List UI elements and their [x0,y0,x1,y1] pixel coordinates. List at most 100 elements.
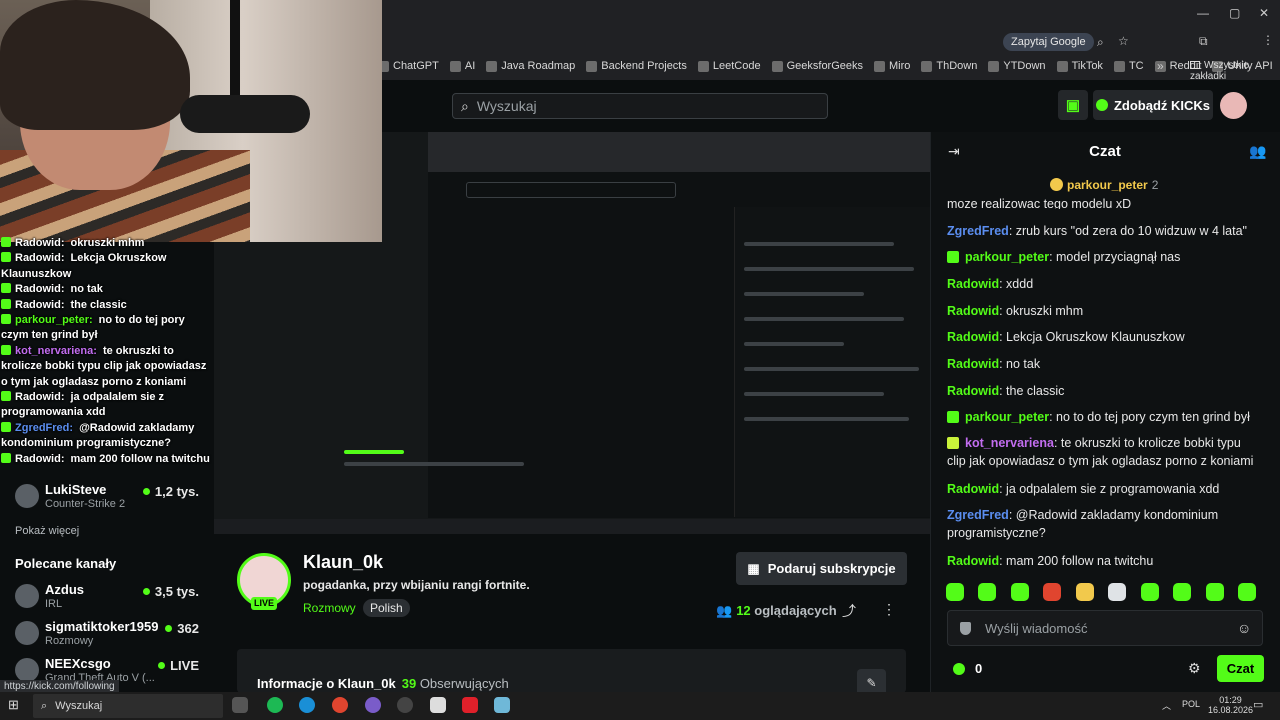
app-icon[interactable] [430,697,446,713]
bookmark-item[interactable]: AI [449,60,475,72]
bookmark-item[interactable]: ThDown [921,60,977,72]
emote-icon[interactable] [1010,583,1029,601]
chat-username[interactable]: parkour_peter [965,250,1049,264]
bookmark-item[interactable]: Miro [874,60,910,72]
channel-name: LukiSteve [45,482,107,497]
bookmark-icon [1113,60,1125,72]
share-icon[interactable]: ⤴ [842,601,856,621]
emote-icon[interactable] [1205,583,1224,601]
chat-username[interactable]: parkour_peter [965,410,1049,424]
app-icon[interactable] [494,697,510,713]
viewer-count: 1,2 tys. [143,484,199,499]
close-icon[interactable]: ✕ [1259,6,1269,20]
bookmark-item[interactable]: ChatGPT [378,60,439,72]
sidebar-channel-sigmatiktoker1959[interactable]: sigmatiktoker1959 Rozmowy 362 [15,617,205,649]
emote-icon[interactable] [1237,583,1256,601]
chat-users-icon[interactable]: 👥 [1249,143,1266,160]
bookmark-item[interactable]: YTDown [988,60,1046,72]
emote-icon[interactable] [1075,583,1094,601]
spotify-icon[interactable] [267,697,283,713]
stream-category[interactable]: Rozmowy [303,601,356,615]
all-bookmarks[interactable]: Wszystkie zakładki [1190,60,1280,82]
emote-icon[interactable] [946,583,964,601]
edge-icon[interactable] [299,697,315,713]
stream-tag[interactable]: Polish [363,599,410,617]
chat-separator: : [999,357,1007,371]
chat-username[interactable]: Radowid [947,330,999,344]
chat-username[interactable]: ZgredFred [947,508,1009,522]
chat-separator: : [1053,436,1061,450]
star-icon[interactable]: ☆ [1118,34,1129,48]
bookmark-item[interactable]: GeeksforGeeks [771,60,863,72]
ask-google-button[interactable]: Zapytaj Google [1003,33,1094,51]
language-indicator[interactable]: POL [1182,699,1200,709]
chevron-up-icon[interactable]: ︿ [1162,699,1171,712]
stream-inner-line [744,392,884,396]
task-view-icon[interactable] [232,697,248,713]
emoji-icon[interactable]: ☺ [1237,620,1251,636]
bookmark-label: ThDown [936,60,978,72]
chat-username[interactable]: Radowid [947,384,999,398]
sidebar-channel-azdus[interactable]: Azdus IRL 3,5 tys. [15,580,205,612]
chat-message: kot_nervariena: te okruszki to krolicze … [947,434,1259,470]
emote-icon[interactable] [1140,583,1159,601]
overlay-chat-user: Radowid: [15,252,65,265]
get-kicks-button[interactable]: Zdobądź KICKs [1093,90,1213,120]
show-more-button[interactable]: Pokaż więcej [15,525,79,537]
chat-separator: : [999,330,1007,344]
gift-subscription-button[interactable]: ▦ Podaruj subskrypcje [736,552,907,585]
gear-icon[interactable]: ⚙ [1188,660,1201,677]
search-input[interactable]: ⌕ Wyszukaj [452,93,828,119]
emote-icon[interactable] [978,583,997,601]
minimize-icon[interactable]: — [1197,6,1209,20]
more-icon[interactable]: ⋮ [882,601,896,618]
channel-name[interactable]: Klaun_0k [303,552,383,573]
overlay-chat-line: Radowid: no tak [0,282,214,297]
extensions-icon[interactable]: ⧉ [1199,34,1208,49]
bookmark-item[interactable]: Java Roadmap [486,60,575,72]
chat-username[interactable]: Radowid [947,357,999,371]
channel-points[interactable]: 0 [953,661,982,676]
chat-separator: : [1049,410,1057,424]
emote-icon[interactable] [1108,583,1127,601]
emote-icon[interactable] [1173,583,1192,601]
chrome-icon[interactable] [332,697,348,713]
taskbar-search[interactable]: ⌕ Wyszukaj [33,694,223,718]
chevron-right-icon[interactable]: » [1157,59,1164,73]
chat-username[interactable]: Radowid [947,304,999,318]
stream-inner-line [344,450,404,454]
chat-message-text: okruszki mhm [1006,304,1084,318]
overlay-chat-line: Radowid: Lekcja Okruszkow Klaunuszkow [0,251,214,282]
chat-username[interactable]: ZgredFred [947,224,1009,238]
emote-icon[interactable] [1043,583,1062,601]
notification-icon[interactable]: ▭ [1253,698,1263,711]
chat-message: Radowid: ja odpalalem sie z programowani… [947,480,1259,498]
menu-icon[interactable]: ⋮ [1262,33,1274,47]
top-gifter[interactable]: parkour_peter 2 [1050,178,1158,192]
collapse-chat-icon[interactable]: ⇥ [948,143,960,160]
user-avatar[interactable] [1220,92,1247,119]
bookmark-icon [486,60,498,72]
app-icon[interactable] [365,697,381,713]
bookmark-item[interactable]: Backend Projects [586,60,687,72]
clock[interactable]: 01:29 16.08.2026 [1208,695,1253,715]
overlay-chat-user: parkour_peter: [15,314,93,327]
windows-start-icon[interactable]: ⊞ [8,697,19,713]
stream-inner-line [344,462,524,466]
stream-inner-line [744,342,844,346]
maximize-icon[interactable]: ▢ [1229,6,1240,20]
chat-message-input[interactable]: Wyślij wiadomość [947,610,1263,646]
bookmark-item[interactable]: TC [1113,60,1144,72]
youtube-icon[interactable] [462,697,478,713]
send-chat-button[interactable]: Czat [1217,655,1264,682]
chat-username[interactable]: Radowid [947,554,999,568]
zoom-icon[interactable]: ⌕ [1097,35,1104,50]
obs-icon[interactable] [397,697,413,713]
bookmark-item[interactable]: TikTok [1056,60,1103,72]
chat-username[interactable]: kot_nervariena [965,436,1054,450]
chat-username[interactable]: Radowid [947,482,999,496]
bookmark-item[interactable]: LeetCode [697,60,761,72]
sidebar-channel-lukisteve[interactable]: LukiSteve Counter-Strike 2 1,2 tys. [15,480,205,512]
kick-icon-button[interactable]: ▣ [1058,90,1088,120]
chat-username[interactable]: Radowid [947,277,999,291]
